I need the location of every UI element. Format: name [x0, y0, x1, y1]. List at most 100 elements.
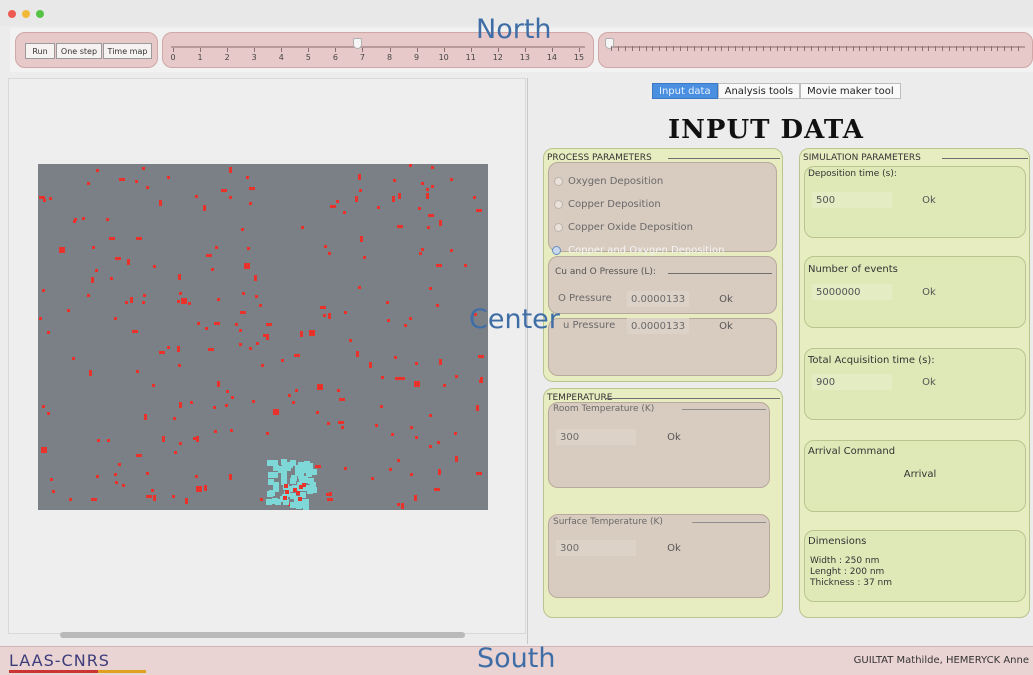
- o-pressure-input[interactable]: 0.0000133: [627, 291, 689, 307]
- surface-temperature-ok-button[interactable]: Ok: [655, 540, 693, 556]
- acquisition-time-input[interactable]: 900: [812, 374, 892, 390]
- atom: [330, 205, 336, 208]
- slider-tick: [880, 46, 882, 51]
- arrival-button[interactable]: Arrival: [893, 466, 947, 482]
- slider-tick: [362, 48, 364, 52]
- atom: [394, 356, 397, 359]
- slider-thumb[interactable]: [353, 38, 362, 49]
- atom: [206, 254, 212, 257]
- atom: [266, 337, 269, 340]
- atom: [454, 432, 457, 435]
- horizontal-scrollbar[interactable]: [60, 632, 465, 638]
- surface-temperature-input[interactable]: 300: [556, 540, 636, 556]
- deposition-time-input[interactable]: 500: [812, 192, 892, 208]
- atom: [177, 346, 180, 352]
- time-map-button[interactable]: Time map: [103, 43, 152, 59]
- radio-copper-oxide-deposition[interactable]: [554, 223, 563, 232]
- atom: [281, 359, 284, 362]
- o-pressure-ok-button[interactable]: Ok: [707, 291, 745, 307]
- slider-tick: [956, 46, 957, 51]
- atom: [399, 377, 405, 380]
- atom: [429, 445, 432, 448]
- run-button[interactable]: Run: [25, 43, 55, 59]
- atom: [336, 200, 339, 203]
- atom: [144, 414, 147, 420]
- option-copper-oxygen-deposition[interactable]: Copper and Oxygen Deposition: [568, 245, 724, 256]
- atom: [153, 495, 156, 501]
- option-copper-deposition[interactable]: Copper Deposition: [568, 199, 661, 210]
- atom: [464, 264, 467, 267]
- atom: [87, 294, 90, 297]
- atom: [196, 486, 202, 492]
- slider-tick: [686, 46, 688, 51]
- cu-pressure-ok-button[interactable]: Ok: [707, 318, 745, 334]
- slider-tick: [907, 46, 909, 51]
- divider: [668, 273, 772, 274]
- cu-pressure-input[interactable]: 0.0000133: [627, 318, 689, 334]
- radio-copper-deposition[interactable]: [554, 200, 563, 209]
- atom: [414, 381, 420, 387]
- atom: [43, 199, 46, 202]
- number-of-events-input[interactable]: 5000000: [812, 284, 892, 300]
- radio-oxygen-deposition[interactable]: [554, 177, 563, 186]
- slider-tick: [900, 46, 902, 51]
- room-temperature-box: [548, 402, 770, 488]
- cluster-cell: [269, 490, 275, 496]
- cluster-cell: [311, 487, 317, 493]
- atom: [42, 405, 45, 408]
- slider-tick: [804, 46, 806, 51]
- deposition-time-ok-button[interactable]: Ok: [910, 192, 948, 208]
- slider-tick: [776, 46, 778, 51]
- atom: [211, 268, 214, 271]
- atom: [109, 237, 115, 240]
- slider-tick: [335, 48, 337, 52]
- slider-tick: [838, 46, 840, 51]
- simulation-parameters-title: SIMULATION PARAMETERS: [803, 153, 921, 163]
- room-temperature-ok-button[interactable]: Ok: [655, 429, 693, 445]
- slider-tick: [308, 48, 310, 52]
- tab-movie-maker-tool[interactable]: Movie maker tool: [800, 83, 901, 99]
- slider-thumb-2[interactable]: [605, 38, 614, 49]
- atom: [386, 301, 389, 304]
- atom: [254, 275, 257, 281]
- slider-tick: [281, 48, 283, 52]
- south-label: South: [477, 643, 556, 674]
- room-temperature-input[interactable]: 300: [556, 429, 636, 445]
- one-step-button[interactable]: One step: [56, 43, 102, 59]
- tab-analysis-tools[interactable]: Analysis tools: [717, 83, 801, 99]
- atom: [159, 200, 162, 206]
- atom: [375, 424, 378, 427]
- split-divider[interactable]: [527, 78, 528, 644]
- option-copper-oxide-deposition[interactable]: Copper Oxide Deposition: [568, 222, 693, 233]
- atom: [195, 475, 198, 478]
- atom: [476, 472, 482, 475]
- control-buttons-group: Run One step Time map: [15, 32, 158, 68]
- atom: [410, 426, 413, 429]
- slider-tick: [638, 46, 640, 51]
- atom: [439, 359, 442, 365]
- number-of-events-ok-button[interactable]: Ok: [910, 284, 948, 300]
- radio-copper-oxygen-deposition[interactable]: [552, 246, 561, 255]
- atom: [443, 384, 446, 387]
- atom: [327, 422, 330, 425]
- tab-input-data[interactable]: Input data: [652, 83, 718, 99]
- close-window-icon[interactable]: [8, 10, 16, 18]
- slider-tick: [969, 46, 971, 51]
- atom: [130, 297, 133, 303]
- divider: [668, 158, 780, 159]
- acquisition-time-ok-button[interactable]: Ok: [910, 374, 948, 390]
- atom: [221, 189, 227, 192]
- maximize-window-icon[interactable]: [36, 10, 44, 18]
- atom: [151, 489, 154, 492]
- secondary-slider[interactable]: [598, 32, 1033, 68]
- atom: [397, 225, 403, 228]
- slider-tick: [617, 46, 619, 51]
- option-oxygen-deposition[interactable]: Oxygen Deposition: [568, 176, 663, 187]
- minimize-window-icon[interactable]: [22, 10, 30, 18]
- slider-tick: [524, 48, 526, 52]
- atom: [217, 381, 220, 387]
- atom: [415, 362, 418, 365]
- slider-tick: [742, 46, 744, 51]
- slider-track: [171, 46, 585, 48]
- atom: [369, 362, 372, 368]
